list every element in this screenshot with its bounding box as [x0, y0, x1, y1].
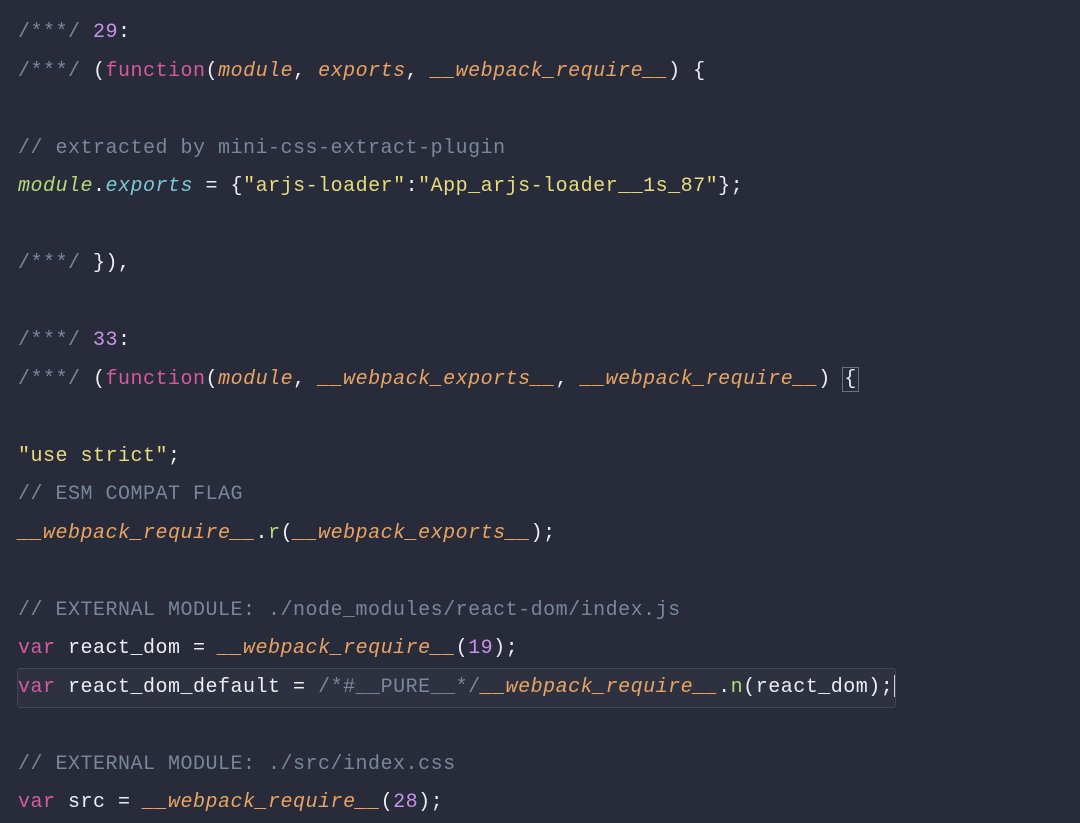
string: "use strict" [18, 445, 168, 468]
punct: ( [381, 791, 394, 814]
matching-brace: { [843, 368, 858, 391]
line-comment: // extracted by mini-css-extract-plugin [18, 137, 506, 160]
code-line: /***/ (function(module, __webpack_export… [18, 361, 1062, 400]
block-comment: /***/ [18, 21, 81, 44]
punct: : [406, 175, 419, 198]
text-cursor [894, 675, 895, 697]
punct: ); [868, 676, 893, 699]
param: __webpack_require__ [431, 60, 669, 83]
punct: ( [81, 60, 106, 83]
module-id: 29 [81, 21, 119, 44]
code-line: // EXTERNAL MODULE: ./node_modules/react… [18, 592, 1062, 631]
punct: ); [531, 522, 556, 545]
code-editor[interactable]: /***/ 29: /***/ (function(module, export… [18, 14, 1062, 823]
block-comment: /***/ [18, 329, 81, 352]
keyword-var: var [18, 637, 56, 660]
line-comment: // ESM COMPAT FLAG [18, 483, 243, 506]
line-comment: // EXTERNAL MODULE: ./node_modules/react… [18, 599, 681, 622]
identifier: __webpack_require__ [18, 522, 256, 545]
punct: , [293, 60, 318, 83]
punct: ( [743, 676, 756, 699]
code-line: /***/ 29: [18, 14, 1062, 53]
blank-line [18, 207, 1062, 246]
method: r [268, 522, 281, 545]
identifier: src = [56, 791, 144, 814]
punct: : [118, 21, 131, 44]
block-comment: /***/ [18, 60, 81, 83]
punct: }; [718, 175, 743, 198]
code-line: /***/ }), [18, 245, 1062, 284]
blank-line [18, 399, 1062, 438]
punct: . [93, 175, 106, 198]
identifier: react_dom_default = [56, 676, 319, 699]
punct: : [118, 329, 131, 352]
code-line: var react_dom = __webpack_require__(19); [18, 630, 1062, 669]
blank-line [18, 91, 1062, 130]
number: 28 [393, 791, 418, 814]
punct: ( [206, 60, 219, 83]
keyword-function: function [106, 60, 206, 83]
blank-line [18, 553, 1062, 592]
identifier: __webpack_require__ [481, 676, 719, 699]
identifier: module [18, 175, 93, 198]
punct: . [256, 522, 269, 545]
code-line: __webpack_require__.r(__webpack_exports_… [18, 515, 1062, 554]
string: "arjs-loader" [243, 175, 406, 198]
code-line: /***/ 33: [18, 322, 1062, 361]
punct: ) [818, 368, 843, 391]
code-line: var src = __webpack_require__(28); [18, 784, 1062, 823]
punct: ( [81, 368, 106, 391]
number: 19 [468, 637, 493, 660]
keyword-var: var [18, 676, 56, 699]
punct: ( [281, 522, 294, 545]
blank-line [18, 284, 1062, 323]
line-comment: // EXTERNAL MODULE: ./src/index.css [18, 753, 456, 776]
pure-comment: /*#__PURE__*/ [318, 676, 481, 699]
code-line: "use strict"; [18, 438, 1062, 477]
punct: = { [193, 175, 243, 198]
identifier: react_dom = [56, 637, 219, 660]
punct: , [406, 60, 431, 83]
code-line: // extracted by mini-css-extract-plugin [18, 130, 1062, 169]
punct: ); [418, 791, 443, 814]
param: __webpack_require__ [581, 368, 819, 391]
identifier: __webpack_require__ [143, 791, 381, 814]
block-comment: /***/ [18, 368, 81, 391]
module-id: 33 [81, 329, 119, 352]
code-line: // EXTERNAL MODULE: ./src/index.css [18, 746, 1062, 785]
current-line[interactable]: var react_dom_default = /*#__PURE__*/__w… [18, 669, 895, 708]
code-line: module.exports = {"arjs-loader":"App_arj… [18, 168, 1062, 207]
punct: ); [493, 637, 518, 660]
param: exports [318, 60, 406, 83]
identifier: react_dom [756, 676, 869, 699]
keyword-function: function [106, 368, 206, 391]
punct: ( [456, 637, 469, 660]
param: module [218, 368, 293, 391]
punct: , [556, 368, 581, 391]
code-line: // ESM COMPAT FLAG [18, 476, 1062, 515]
blank-line [18, 707, 1062, 746]
keyword-var: var [18, 791, 56, 814]
punct: . [718, 676, 731, 699]
punct: ; [168, 445, 181, 468]
punct: ) { [668, 60, 706, 83]
string: "App_arjs-loader__1s_87" [418, 175, 718, 198]
param: __webpack_exports__ [318, 368, 556, 391]
code-line: /***/ (function(module, exports, __webpa… [18, 53, 1062, 92]
method: n [731, 676, 744, 699]
param: module [218, 60, 293, 83]
identifier: __webpack_require__ [218, 637, 456, 660]
punct: ( [206, 368, 219, 391]
punct: }), [81, 252, 131, 275]
property: exports [106, 175, 194, 198]
block-comment: /***/ [18, 252, 81, 275]
identifier: __webpack_exports__ [293, 522, 531, 545]
punct: , [293, 368, 318, 391]
